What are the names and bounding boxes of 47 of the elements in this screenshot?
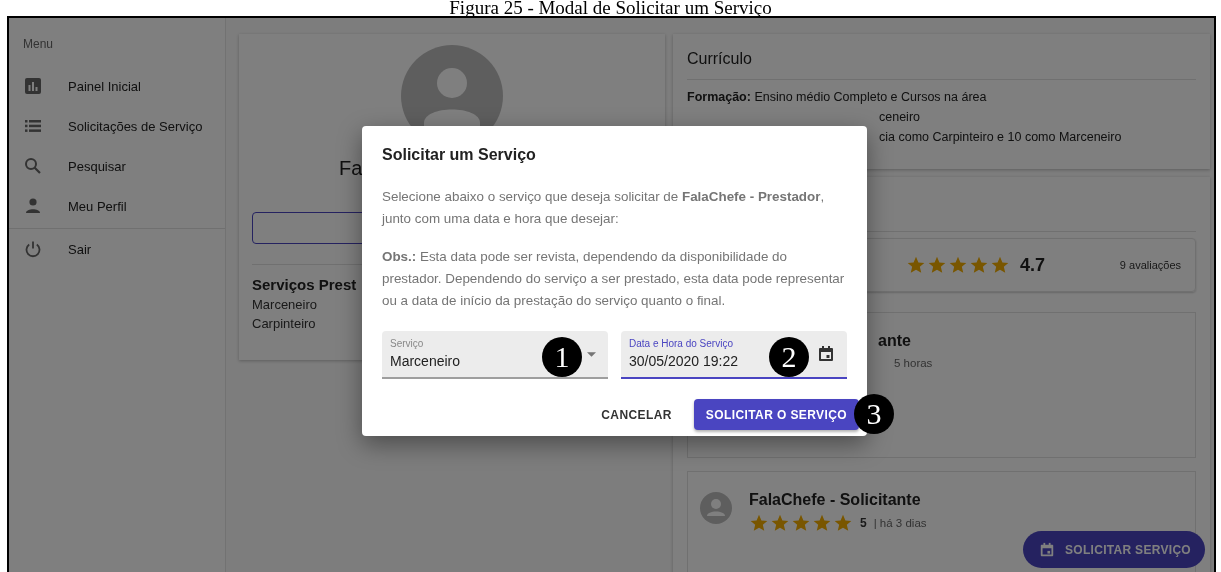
curriculum-line: cia como Carpinteiro e 10 como Marceneiro — [878, 129, 1123, 146]
person-icon — [24, 197, 42, 215]
review-time: | há 3 dias — [873, 516, 927, 531]
calendar-icon — [817, 345, 835, 363]
star-icon — [770, 513, 790, 533]
submit-button[interactable]: SOLICITAR O SERVIÇO — [693, 399, 859, 430]
search-icon — [24, 157, 42, 175]
review-score: 5 — [860, 516, 867, 530]
figure-caption: Figura 25 - Modal de Solicitar um Serviço — [448, 0, 773, 16]
star-icon — [990, 255, 1010, 275]
star-icon — [969, 255, 989, 275]
caret-icon — [587, 351, 596, 357]
service-item: Carpinteiro — [252, 315, 316, 333]
card-title: Currículo — [687, 49, 753, 69]
reviewer-name: ante — [878, 331, 912, 351]
star-icon — [833, 513, 853, 533]
bar-chart-icon — [24, 77, 42, 95]
dialog-title: Solicitar um Serviço — [382, 145, 537, 165]
review-count: 9 avaliações — [1119, 259, 1181, 271]
star-icon — [948, 255, 968, 275]
star-icon — [791, 513, 811, 533]
star-icon — [812, 513, 832, 533]
curriculum-line: Formação: Ensino médio Completo e Cursos na área — [687, 89, 988, 106]
dialog-text: Obs.: Esta data pode ser revista, dependendo da disponibilidade do prestador. Dependendo do serviço a ser prestado, esta data pode representar ou a data de início da prestação do serviço quanto o final. — [382, 248, 846, 310]
star-icon — [906, 255, 926, 275]
list-icon — [24, 117, 42, 135]
dialog-text: Selecione abaixo o serviço que deseja solicitar de FalaChefe - Prestador, junto com uma data e hora que desejar: — [382, 188, 826, 228]
cancel-button[interactable]: CANCELAR — [591, 399, 682, 430]
services-heading: Serviços Prest — [252, 275, 357, 295]
nav-item[interactable]: Painel Inicial — [9, 66, 225, 106]
star-icon — [927, 255, 947, 275]
nav-item[interactable]: Meu Perfil — [9, 186, 225, 226]
review-time: 5 horas — [894, 356, 934, 371]
star-icon — [749, 513, 769, 533]
request-service-button[interactable]: SOLICITAR SERVIÇO — [1023, 531, 1205, 568]
reviewer-name: FalaChefe - Solicitante — [749, 490, 922, 510]
calendar-icon — [1039, 541, 1055, 558]
curriculum-line: ceneiro — [878, 109, 921, 126]
service-item: Marceneiro — [252, 296, 318, 314]
nav-item[interactable]: Sair — [9, 229, 225, 269]
avatar-icon — [700, 492, 732, 524]
nav-item[interactable]: Solicitações de Serviço — [9, 106, 225, 146]
power-icon — [24, 240, 42, 258]
profile-name: Fa — [339, 156, 363, 181]
nav-item[interactable]: Pesquisar — [9, 146, 225, 186]
menu-heading: Menu — [22, 36, 55, 52]
rating-score: 4.7 — [1020, 254, 1046, 276]
